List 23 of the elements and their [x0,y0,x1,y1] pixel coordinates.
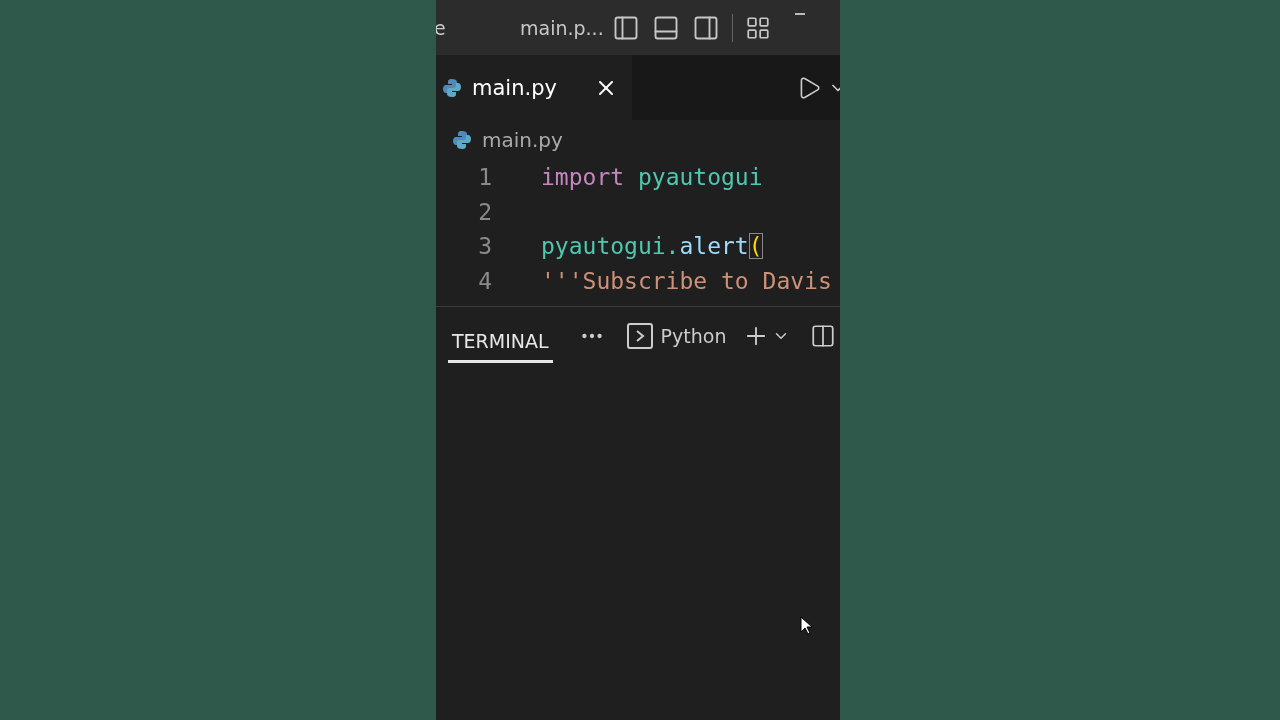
code-token: ( [748,233,763,260]
editor-tab[interactable]: main.py [436,55,632,120]
minimize-icon[interactable] [794,13,805,15]
line-number: 2 [477,198,492,225]
line-number: 3 [477,233,492,260]
terminal-icon [626,323,653,349]
code-token: import [541,164,625,191]
line-number: 1 [477,164,492,191]
line-number: 4 [477,267,492,294]
window-title: main.p... [520,16,604,39]
tab-label: main.py [472,75,558,100]
mouse-pointer-icon [800,616,812,636]
terminal-name[interactable]: Python [660,325,727,347]
code-token: pyautogui. [541,233,680,260]
code-token: '''Subscribe to Davis [541,267,832,294]
breadcrumb[interactable]: main.py [482,128,563,152]
code-token: alert [679,233,749,260]
split-terminal-icon[interactable] [810,323,837,349]
panel-tab[interactable]: TERMINAL [448,319,553,363]
layout-icon[interactable] [744,14,771,41]
python-file-icon [452,130,472,150]
python-file-icon [442,77,462,98]
code-token: pyautogui [637,164,763,191]
